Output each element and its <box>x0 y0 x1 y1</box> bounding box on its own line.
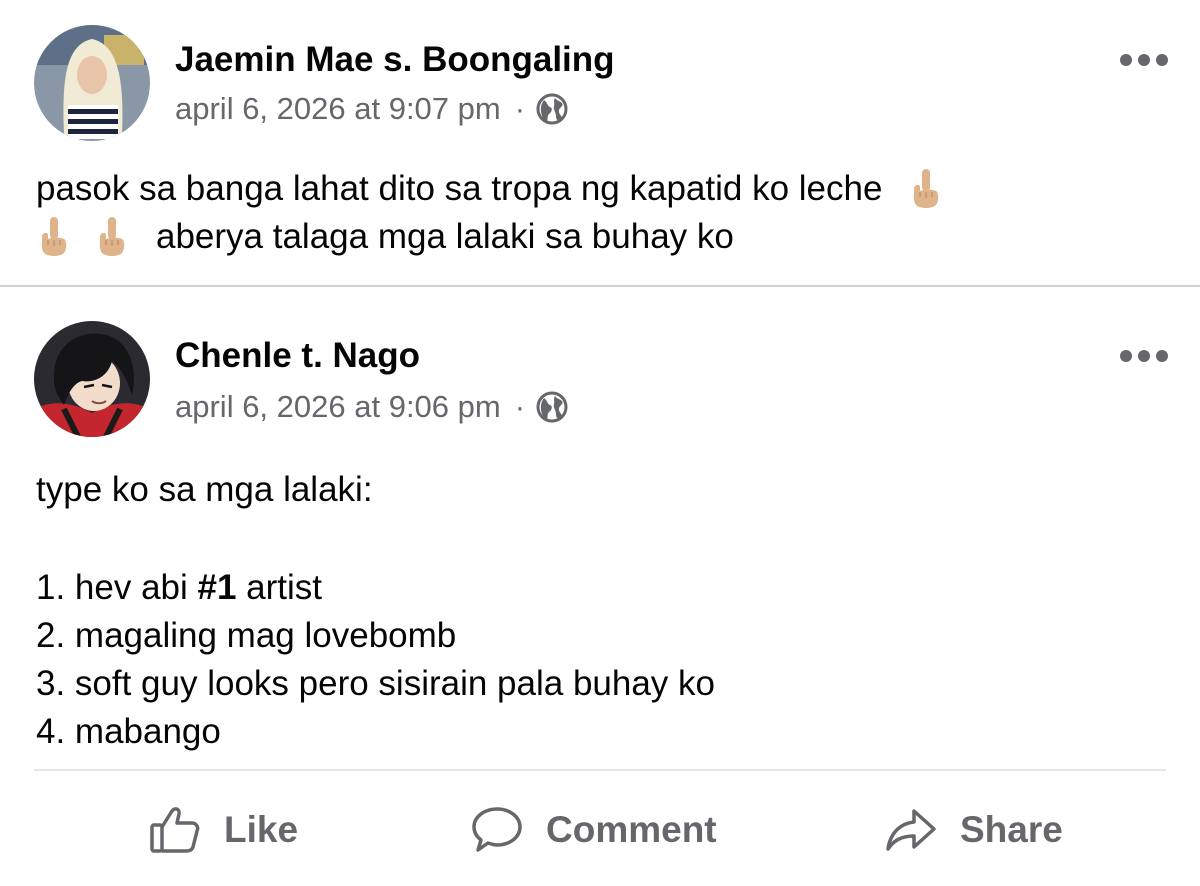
comment-label: Comment <box>546 809 717 850</box>
post-intro: type ko sa mga lalaki: <box>36 470 373 509</box>
dot-icon <box>1120 54 1132 66</box>
middle-finger-emoji <box>41 217 67 256</box>
meta-separator: · <box>514 389 526 424</box>
avatar[interactable] <box>34 25 150 141</box>
list-item-text: artist <box>236 568 323 607</box>
post-meta: april 6, 2026 at 9:07 pm · <box>175 91 569 127</box>
more-options-button[interactable] <box>1120 348 1168 364</box>
meta-separator: · <box>514 91 526 126</box>
share-arrow-icon <box>886 809 936 851</box>
globe-icon[interactable] <box>535 92 569 126</box>
comment-button[interactable]: Comment <box>470 794 717 866</box>
author-name[interactable]: Chenle t. Nago <box>175 336 420 376</box>
list-item-text: 1. hev abi <box>36 568 198 607</box>
list-item: 2. magaling mag lovebomb <box>36 616 457 655</box>
list-item: 1. hev abi #1 artist <box>36 564 715 612</box>
middle-finger-emoji <box>914 169 939 208</box>
post-jaemin: Jaemin Mae s. Boongaling april 6, 2026 a… <box>0 0 1200 286</box>
more-options-button[interactable] <box>1120 52 1168 68</box>
middle-finger-emoji <box>99 217 125 256</box>
comment-bubble-icon <box>472 807 522 852</box>
list-item-bold: #1 <box>197 568 237 607</box>
dot-icon <box>1156 350 1168 362</box>
post-line-1: pasok sa banga lahat dito sa tropa ng ka… <box>36 169 883 208</box>
globe-icon[interactable] <box>535 390 569 424</box>
share-button[interactable]: Share <box>884 794 1063 866</box>
author-name[interactable]: Jaemin Mae s. Boongaling <box>175 40 615 80</box>
thumbs-up-icon <box>150 807 200 853</box>
list-item: 4. mabango <box>36 712 221 751</box>
dot-icon <box>1156 54 1168 66</box>
list-item: 3. soft guy looks pero sisirain pala buh… <box>36 664 715 703</box>
like-label: Like <box>224 809 299 850</box>
post-chenle: Chenle t. Nago april 6, 2026 at 9:06 pm … <box>0 288 1200 886</box>
dot-icon <box>1120 350 1132 362</box>
dot-icon <box>1138 350 1150 362</box>
post-line-2: aberya talaga mga lalaki sa buhay ko <box>156 217 734 256</box>
actions-divider <box>34 769 1166 771</box>
like-button[interactable]: Like <box>148 794 298 866</box>
post-meta: april 6, 2026 at 9:06 pm · <box>175 389 569 425</box>
post-divider <box>0 285 1200 287</box>
post-text: pasok sa banga lahat dito sa tropa ng ka… <box>36 165 944 261</box>
dot-icon <box>1138 54 1150 66</box>
action-bar: Like Comment Share <box>0 794 1200 866</box>
post-text: type ko sa mga lalaki: 1. hev abi #1 art… <box>36 466 715 756</box>
timestamp[interactable]: april 6, 2026 at 9:07 pm <box>175 91 501 127</box>
share-label: Share <box>960 809 1063 850</box>
timestamp[interactable]: april 6, 2026 at 9:06 pm <box>175 389 501 425</box>
avatar[interactable] <box>34 321 150 437</box>
